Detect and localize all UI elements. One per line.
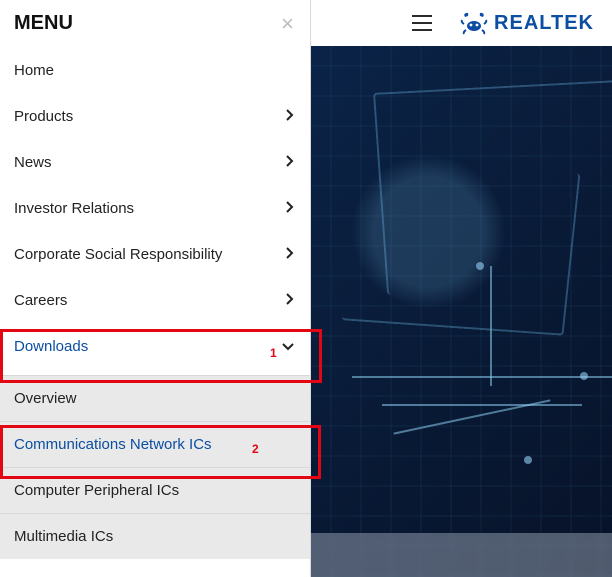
realtek-crab-icon — [460, 11, 488, 35]
menu-item-investor-relations[interactable]: Investor Relations — [0, 185, 310, 231]
menu-item-label: Corporate Social Responsibility — [14, 246, 222, 263]
hamburger-icon[interactable] — [412, 15, 432, 31]
submenu-item-label: Communications Network ICs — [14, 436, 212, 453]
menu-item-careers[interactable]: Careers — [0, 277, 310, 323]
annotation-number-2: 2 — [252, 442, 259, 456]
side-menu-panel: MENU × Home Products News Investor Relat… — [0, 0, 311, 577]
submenu-item-label: Multimedia ICs — [14, 528, 113, 545]
menu-item-csr[interactable]: Corporate Social Responsibility — [0, 231, 310, 277]
chevron-right-icon — [284, 200, 294, 217]
chevron-right-icon — [284, 154, 294, 171]
menu-list: Home Products News Investor Relations Co… — [0, 47, 310, 369]
menu-item-downloads[interactable]: Downloads — [0, 323, 310, 369]
menu-item-label: Careers — [14, 292, 67, 309]
submenu-item-computer-peripheral-ics[interactable]: Computer Peripheral ICs — [0, 467, 310, 513]
menu-item-label: Products — [14, 108, 73, 125]
brand-name: REALTEK — [494, 12, 594, 35]
chevron-right-icon — [284, 108, 294, 125]
chevron-right-icon — [284, 246, 294, 263]
submenu-item-overview[interactable]: Overview — [0, 375, 310, 421]
menu-item-label: News — [14, 154, 52, 171]
submenu-item-label: Computer Peripheral ICs — [14, 482, 179, 499]
menu-item-news[interactable]: News — [0, 139, 310, 185]
menu-item-home[interactable]: Home — [0, 47, 310, 93]
downloads-submenu: Overview Communications Network ICs Comp… — [0, 375, 310, 559]
close-icon[interactable]: × — [281, 13, 294, 35]
annotation-number-1: 1 — [270, 346, 277, 360]
menu-title: MENU — [14, 12, 73, 35]
menu-item-label: Downloads — [14, 338, 88, 355]
submenu-item-multimedia-ics[interactable]: Multimedia ICs — [0, 513, 310, 559]
chevron-right-icon — [284, 292, 294, 309]
brand-logo[interactable]: REALTEK — [460, 11, 594, 35]
menu-item-label: Investor Relations — [14, 200, 134, 217]
submenu-item-label: Overview — [14, 390, 77, 407]
submenu-item-comm-network-ics[interactable]: Communications Network ICs — [0, 421, 310, 467]
menu-item-label: Home — [14, 62, 54, 79]
chevron-down-icon — [282, 338, 294, 355]
menu-item-products[interactable]: Products — [0, 93, 310, 139]
